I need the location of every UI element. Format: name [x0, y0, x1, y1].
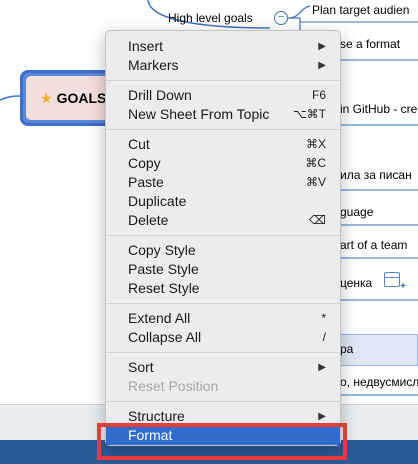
topic-high-level-goals[interactable]: High level goals	[168, 11, 253, 25]
topic-ra[interactable]: ра	[340, 342, 353, 356]
menu-item-label: Copy Style	[128, 242, 196, 258]
menu-item-collapse-all[interactable]: Collapse All /	[106, 328, 340, 347]
menu-separator	[106, 352, 340, 353]
menu-item-copy-style[interactable]: Copy Style	[106, 241, 340, 260]
topic-part-of-team[interactable]: art of a team	[340, 238, 407, 252]
menu-item-shortcut: ⌘C	[305, 156, 326, 170]
menu-separator	[106, 129, 340, 130]
menu-item-structure[interactable]: Structure ▶	[106, 407, 340, 426]
menu-item-label: Extend All	[128, 310, 191, 326]
topic-pravila[interactable]: ила за писан	[340, 168, 412, 182]
submenu-arrow-icon: ▶	[318, 41, 326, 52]
menu-item-sort[interactable]: Sort ▶	[106, 358, 340, 377]
menu-item-shortcut: F6	[311, 88, 326, 102]
collapse-toggle[interactable]: −	[274, 11, 288, 25]
topic-github[interactable]: in GitHub - cre	[340, 102, 417, 116]
menu-item-delete[interactable]: Delete ⌫	[106, 211, 340, 230]
menu-item-duplicate[interactable]: Duplicate	[106, 192, 340, 211]
menu-item-label: Drill Down	[128, 87, 192, 103]
menu-item-label: Collapse All	[128, 329, 202, 345]
menu-item-cut[interactable]: Cut ⌘X	[106, 135, 340, 154]
menu-separator	[106, 80, 340, 81]
menu-item-label: Delete	[128, 212, 169, 228]
menu-item-insert[interactable]: Insert ▶	[106, 37, 340, 56]
menu-item-copy[interactable]: Copy ⌘C	[106, 154, 340, 173]
menu-item-label: Reset Position	[128, 378, 219, 394]
menu-item-shortcut: ⌫	[309, 213, 326, 227]
submenu-arrow-icon: ▶	[318, 362, 326, 373]
submenu-arrow-icon: ▶	[318, 60, 326, 71]
topic-language[interactable]: guage	[340, 205, 373, 219]
menu-item-label: Paste Style	[128, 261, 199, 277]
menu-item-markers[interactable]: Markers ▶	[106, 56, 340, 75]
menu-item-paste[interactable]: Paste ⌘V	[106, 173, 340, 192]
menu-item-label: Sort	[128, 359, 154, 375]
menu-item-shortcut: *	[321, 311, 326, 325]
submenu-arrow-icon: ▶	[318, 411, 326, 422]
menu-item-label: Cut	[128, 136, 150, 152]
menu-item-reset-style[interactable]: Reset Style	[106, 279, 340, 298]
menu-item-drill-down[interactable]: Drill Down F6	[106, 86, 340, 105]
menu-item-shortcut: ⌘V	[305, 175, 326, 189]
menu-item-label: Structure	[128, 408, 185, 424]
menu-item-label: Reset Style	[128, 280, 200, 296]
menu-item-label: Format	[128, 427, 173, 443]
menu-item-shortcut: ⌥⌘T	[292, 107, 326, 121]
menu-item-paste-style[interactable]: Paste Style	[106, 260, 340, 279]
menu-item-label: Insert	[128, 38, 164, 54]
topic-use-a-format[interactable]: se a format	[340, 37, 400, 51]
table-icon[interactable]	[384, 272, 406, 292]
menu-item-label: Paste	[128, 174, 164, 190]
menu-item-format[interactable]: Format	[106, 426, 340, 445]
topic-otsenka[interactable]: ценка	[340, 276, 372, 290]
topic-nedvusmisl[interactable]: о, недвусмисл	[340, 375, 418, 389]
menu-item-label: Copy	[128, 155, 161, 171]
menu-item-shortcut: ⌘X	[305, 137, 326, 151]
menu-item-new-sheet-from-topic[interactable]: New Sheet From Topic ⌥⌘T	[106, 105, 340, 124]
topic-plan-target-audience[interactable]: Plan target audien	[312, 3, 409, 17]
menu-item-label: New Sheet From Topic	[128, 106, 270, 122]
menu-separator	[106, 235, 340, 236]
context-menu: Insert ▶ Markers ▶ Drill Down F6 New Sheet Fro…	[105, 30, 341, 446]
menu-item-label: Markers	[128, 57, 179, 73]
menu-item-extend-all[interactable]: Extend All *	[106, 309, 340, 328]
menu-item-label: Duplicate	[128, 193, 187, 209]
menu-item-shortcut: /	[322, 330, 326, 344]
star-icon: ★	[40, 89, 53, 106]
menu-separator	[106, 401, 340, 402]
menu-item-reset-position: Reset Position	[106, 377, 340, 396]
menu-separator	[106, 303, 340, 304]
central-topic-label: GOALS	[56, 90, 107, 106]
